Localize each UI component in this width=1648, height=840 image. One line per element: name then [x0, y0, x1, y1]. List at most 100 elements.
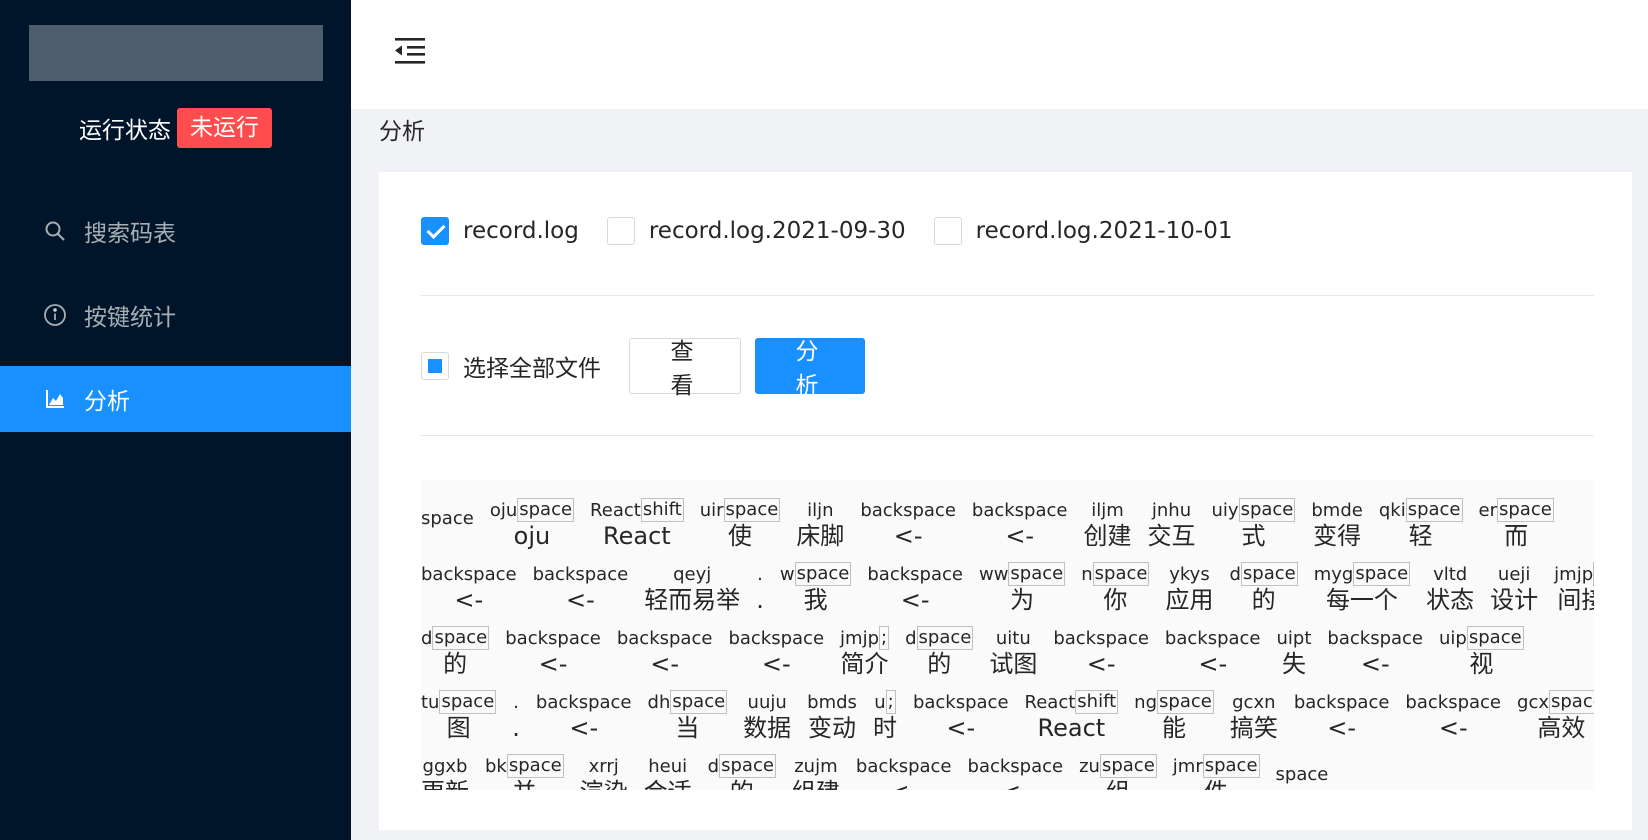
- checkbox-unchecked[interactable]: [933, 217, 962, 245]
- view-button[interactable]: 查看: [629, 338, 741, 399]
- result-token: bkspace并: [485, 754, 564, 790]
- token-key-box: space: [1549, 690, 1594, 714]
- token-keys: backspace: [913, 692, 1009, 714]
- token-output: 我: [803, 586, 828, 614]
- token-output: 间接: [1557, 586, 1594, 614]
- token-keys: backspace: [856, 756, 952, 778]
- token-key-box: space: [1092, 562, 1150, 586]
- result-token: uuju 数据: [743, 692, 791, 742]
- token-output: 并: [512, 778, 536, 790]
- menu-fold-icon[interactable]: [393, 35, 427, 65]
- token-output: 床脚: [796, 522, 845, 550]
- result-token: backspace<-: [1327, 628, 1423, 678]
- token-keys: gcxspace: [1517, 690, 1594, 714]
- checkbox-unchecked[interactable]: [606, 217, 635, 245]
- token-output: 数据: [743, 714, 792, 742]
- token-output: <-: [900, 586, 930, 614]
- select-all-label: 选择全部文件: [463, 356, 601, 382]
- token-key-text: backspace: [535, 692, 632, 713]
- token-keys: d space: [1229, 562, 1298, 586]
- result-token: ykys 应用: [1165, 564, 1213, 614]
- token-key-text: oju: [489, 500, 518, 521]
- result-token: React shift React: [1025, 690, 1119, 742]
- result-token: ggxb更新: [421, 756, 469, 790]
- token-output: 的: [1251, 586, 1276, 614]
- token-keys: d space: [708, 754, 776, 778]
- token-key-box: space: [1353, 562, 1411, 586]
- token-key-text: n: [1081, 564, 1093, 585]
- file-checkbox-record-log[interactable]: record.log: [421, 217, 579, 245]
- file-checkbox-record-log-2021-09-30[interactable]: record.log.2021-09-30: [606, 217, 906, 245]
- token-keys: backspace: [421, 564, 517, 586]
- token-key-box: d: [1593, 562, 1594, 586]
- token-key-text: React: [590, 500, 641, 521]
- token-keys: d space: [421, 626, 490, 650]
- token-keys: jmr space: [1173, 754, 1260, 778]
- token-keys: backspace: [968, 756, 1064, 778]
- token-keys: backspace: [505, 628, 601, 650]
- token-keys: backspace: [1053, 628, 1149, 650]
- result-token: tu space 图: [421, 690, 497, 742]
- status-badge: 未运行: [177, 108, 272, 148]
- token-key-text: d: [1229, 564, 1241, 585]
- token-keys: er space: [1479, 498, 1554, 522]
- token-output: .: [512, 714, 520, 742]
- analyze-button[interactable]: 分析: [755, 338, 865, 399]
- result-token: jmjpd间接: [1554, 562, 1594, 614]
- token-key-text: ykys: [1169, 564, 1210, 585]
- token-output: <-: [1198, 650, 1228, 678]
- checkbox-indeterminate[interactable]: [421, 352, 449, 380]
- search-icon: [42, 218, 68, 244]
- token-keys: backspace: [617, 628, 713, 650]
- result-token: uitu 试图: [989, 628, 1037, 678]
- token-keys: backspace: [1165, 628, 1261, 650]
- token-output: <-: [889, 778, 918, 790]
- token-key-box: space: [517, 498, 575, 522]
- sidebar-item-key-stats[interactable]: 按键统计: [0, 282, 351, 348]
- token-output: 状态: [1426, 586, 1475, 614]
- token-key-text: backspace: [855, 756, 952, 777]
- token-key-text: backspace: [505, 628, 601, 649]
- token-key-box: ;: [879, 626, 890, 650]
- result-token: er space 而: [1479, 498, 1554, 550]
- token-keys: ggxb: [423, 756, 468, 778]
- token-key-text: xrrj: [588, 756, 619, 777]
- token-keys: backspace: [860, 500, 956, 522]
- result-token: heui合适: [644, 756, 692, 790]
- file-checkbox-record-log-2021-10-01[interactable]: record.log.2021-10-01: [933, 217, 1233, 245]
- result-token: xrrj渲染: [580, 756, 628, 790]
- token-keys: backspace: [972, 500, 1068, 522]
- result-token: dh space 当: [648, 690, 728, 742]
- token-key-text: ng: [1134, 692, 1158, 713]
- token-output: 图: [446, 714, 471, 742]
- result-token: ueji 设计: [1490, 564, 1538, 614]
- token-key-text: backspace: [867, 564, 963, 585]
- token-key-text: backspace: [421, 564, 517, 585]
- sidebar-item-search-code-table[interactable]: 搜索码表: [0, 198, 351, 264]
- result-token: space: [421, 508, 474, 550]
- token-key-box: space: [1238, 498, 1296, 522]
- token-key-text: bmde: [1311, 500, 1363, 521]
- token-keys: oju space: [489, 498, 575, 522]
- sidebar-menu: 搜索码表 按键统计 分析: [0, 198, 351, 450]
- logo: [29, 25, 323, 81]
- token-keys: bmds: [807, 692, 857, 714]
- token-output: 失: [1281, 650, 1306, 678]
- token-keys: backspace: [728, 628, 824, 650]
- token-key-text: jmr: [1172, 756, 1203, 777]
- token-output: 式: [1241, 522, 1266, 550]
- token-keys: zu space: [1079, 754, 1157, 778]
- result-token: uip space 视: [1439, 626, 1524, 678]
- analysis-result: space oju space oju React shift React uir space 使…: [421, 480, 1594, 790]
- token-key-text: backspace: [616, 628, 713, 649]
- select-all-checkbox[interactable]: 选择全部文件: [421, 349, 601, 383]
- token-keys: zujm: [794, 756, 837, 778]
- checkbox-checked[interactable]: [421, 217, 449, 245]
- token-key-box: space: [723, 498, 781, 522]
- result-token: uipt 失: [1277, 628, 1312, 678]
- token-output: 为: [1010, 586, 1035, 614]
- result-token: backspace<-: [856, 756, 952, 790]
- token-key-box: space: [1497, 498, 1554, 522]
- token-key-box: ;: [885, 690, 896, 714]
- sidebar-item-analysis[interactable]: 分析: [0, 366, 351, 432]
